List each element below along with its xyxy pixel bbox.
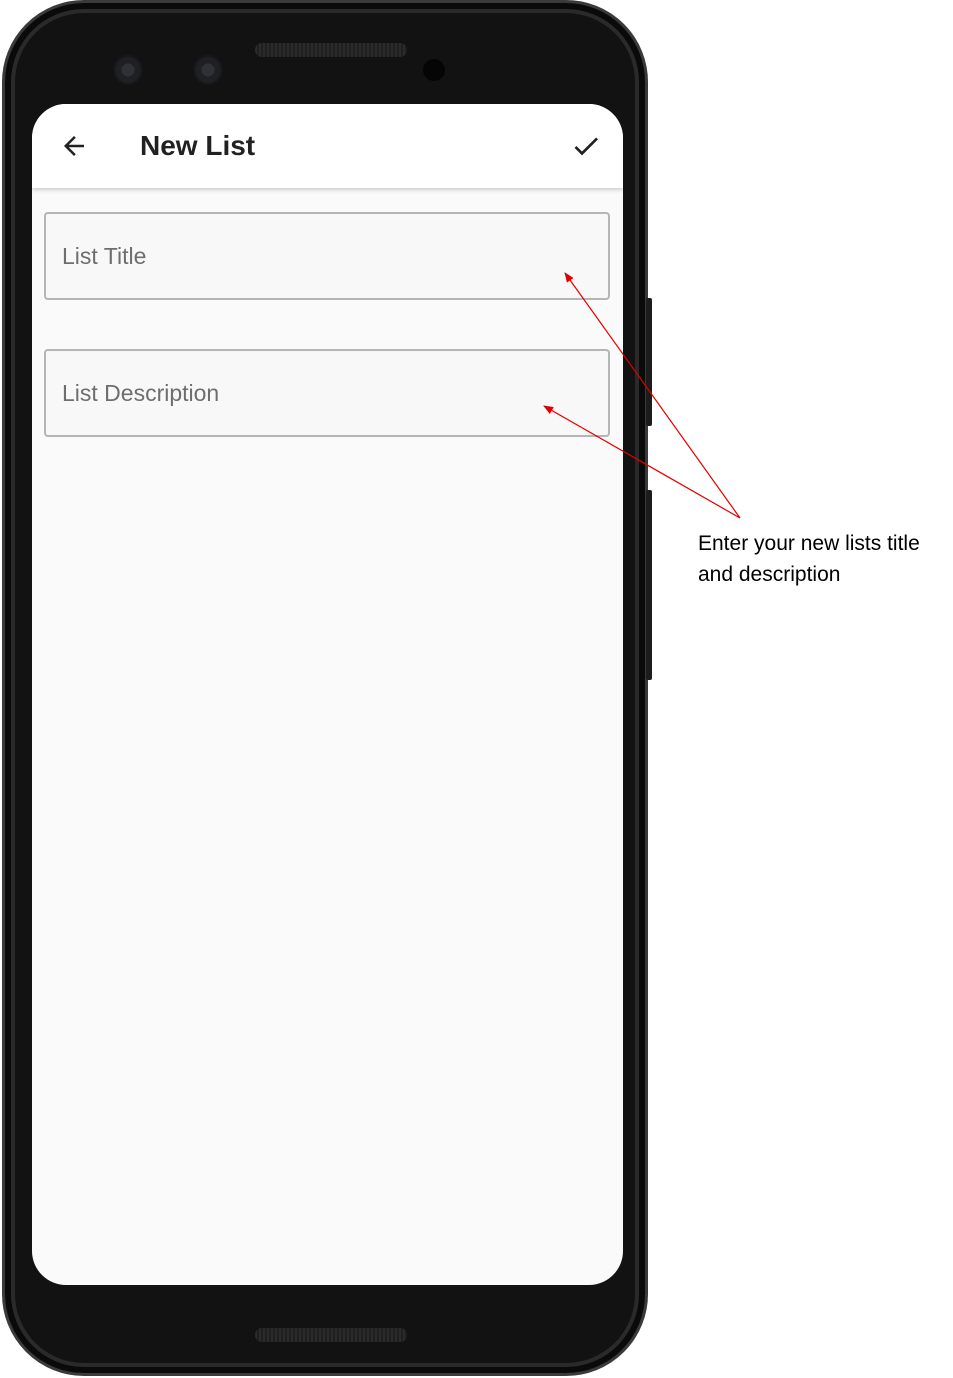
page-title: New List [140, 130, 256, 161]
save-button[interactable] [566, 126, 606, 166]
front-camera-icon [193, 55, 223, 85]
bottom-speaker [255, 1328, 407, 1342]
back-button[interactable] [54, 126, 94, 166]
list-description-field[interactable] [44, 349, 610, 437]
front-camera-icon [113, 55, 143, 85]
power-button [646, 298, 652, 426]
volume-button [646, 490, 652, 680]
app-bar: New List [32, 104, 623, 188]
proximity-sensor [423, 59, 445, 81]
list-title-field[interactable] [44, 212, 610, 300]
screenshot-canvas: New List Enter your new [0, 0, 953, 1378]
arrow-left-icon [64, 136, 84, 156]
annotation-text: Enter your new lists title and descripti… [698, 532, 920, 586]
earpiece-speaker [255, 43, 407, 57]
phone-frame: New List [2, 0, 648, 1376]
list-title-input[interactable] [62, 214, 582, 298]
list-description-input[interactable] [62, 351, 582, 435]
app-screen: New List [32, 104, 623, 1285]
check-icon [574, 137, 598, 156]
